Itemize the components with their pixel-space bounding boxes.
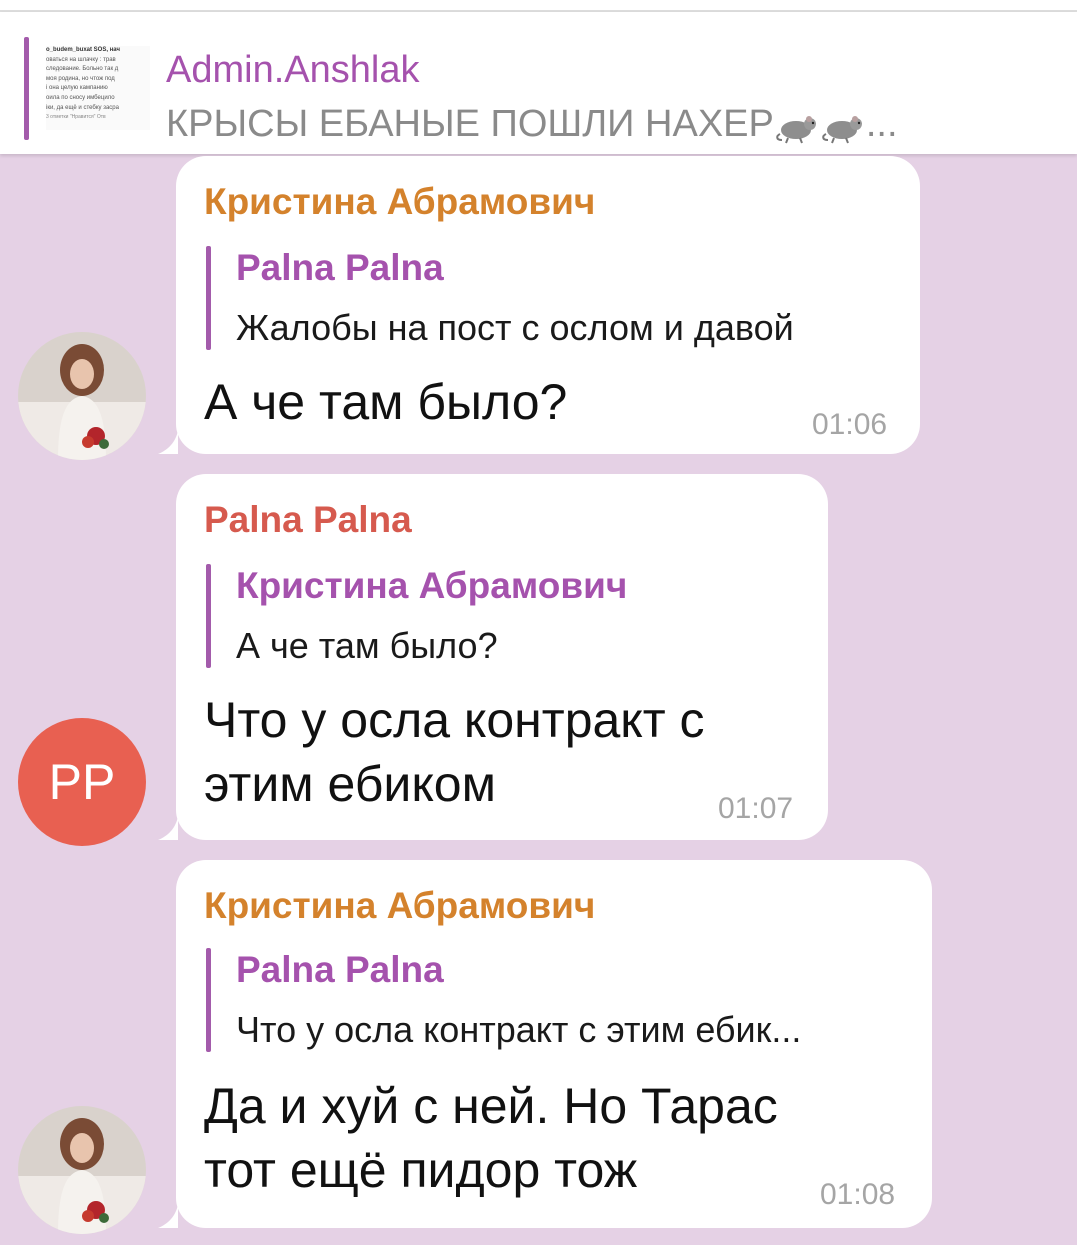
avatar-initials: PP <box>48 754 116 810</box>
avatar[interactable] <box>18 1106 146 1234</box>
pinned-accent-bar <box>24 37 29 140</box>
thumbnail-text-line: 3 отметки "Нравится" Отв <box>46 114 106 121</box>
reply-quote[interactable]: Palna Palna Жалобы на пост с ослом и дав… <box>206 246 906 350</box>
reply-quote[interactable]: Palna Palna Что у осла контракт с этим е… <box>206 948 906 1052</box>
bubble-tail <box>158 430 178 454</box>
rat-icon <box>822 115 862 144</box>
reply-text: Что у осла контракт с этим ебик... <box>236 1009 802 1050</box>
bubble-tail <box>158 1204 178 1228</box>
reply-accent-bar <box>206 246 211 350</box>
message-text-line: Да и хуй с ней. Но Тарас <box>204 1078 778 1134</box>
pinned-text: КРЫСЫ ЕБАНЫЕ ПОШЛИ НАХЕР... <box>166 102 898 146</box>
reply-sender: Кристина Абрамович <box>236 565 628 606</box>
reply-accent-bar <box>206 564 211 668</box>
reply-sender: Palna Palna <box>236 247 444 288</box>
message-sender[interactable]: Кристина Абрамович <box>204 180 595 224</box>
pinned-message-bar[interactable]: o_budem_buxat SOS, нач оваться на шлачку… <box>0 12 1077 154</box>
message-text: А че там было? <box>204 370 567 434</box>
thumbnail-text-line: моя родина, но чтож под <box>46 75 115 82</box>
thumbnail-text-line: оила по сносу имбецило <box>46 94 115 101</box>
avatar-photo-icon <box>18 1106 146 1234</box>
thumbnail-text-line: іки, да ещё и стебку засра <box>46 104 119 111</box>
rat-icon <box>776 115 816 144</box>
message-time: 01:08 <box>820 1178 896 1211</box>
message-text-line: Что у осла контракт с <box>204 692 705 748</box>
thumbnail-text-line: o_budem_buxat SOS, нач <box>46 47 120 53</box>
message-bubble[interactable]: Кристина Абрамович Palna Palna Что у осл… <box>158 860 932 1228</box>
reply-text: А че там было? <box>236 625 498 666</box>
message-text-line: этим ебиком <box>204 756 496 812</box>
pinned-text-ellipsis: ... <box>865 103 898 145</box>
thumbnail-text-line: і она целую кампанию <box>46 85 108 92</box>
message-sender[interactable]: Кристина Абрамович <box>204 884 595 928</box>
reply-quote[interactable]: Кристина Абрамович А че там было? <box>206 564 806 668</box>
message-time: 01:06 <box>812 408 888 441</box>
thumbnail-text-line: оваться на шлачку : трав <box>46 56 116 63</box>
status-divider <box>0 0 1077 12</box>
message-text-line: А че там было? <box>204 374 568 430</box>
message-bubble[interactable]: Кристина Абрамович Palna Palna Жалобы на… <box>158 156 920 454</box>
avatar[interactable] <box>18 332 146 460</box>
reply-text: Жалобы на пост с ослом и давой <box>236 307 794 348</box>
message-sender[interactable]: Palna Palna <box>204 498 412 542</box>
reply-sender: Palna Palna <box>236 949 444 990</box>
reply-accent-bar <box>206 948 211 1052</box>
message-bubble[interactable]: Palna Palna Кристина Абрамович А че там … <box>158 474 828 840</box>
pinned-text-content: КРЫСЫ ЕБАНЫЕ ПОШЛИ НАХЕР <box>166 103 774 145</box>
thumbnail-text-line: следование. Больно так д <box>46 66 119 73</box>
message-time: 01:07 <box>718 792 794 825</box>
pinned-thumbnail: o_budem_buxat SOS, нач оваться на шлачку… <box>46 46 150 130</box>
message-text: Да и хуй с ней. Но Тарас тот ещё пидор т… <box>204 1074 778 1202</box>
avatar[interactable]: PP <box>18 718 146 846</box>
bubble-tail <box>158 816 178 840</box>
pinned-title: Admin.Anshlak <box>166 49 420 91</box>
avatar-photo-icon <box>18 332 146 460</box>
message-text-line: тот ещё пидор тож <box>204 1142 638 1198</box>
message-text: Что у осла контракт с этим ебиком <box>204 688 705 816</box>
